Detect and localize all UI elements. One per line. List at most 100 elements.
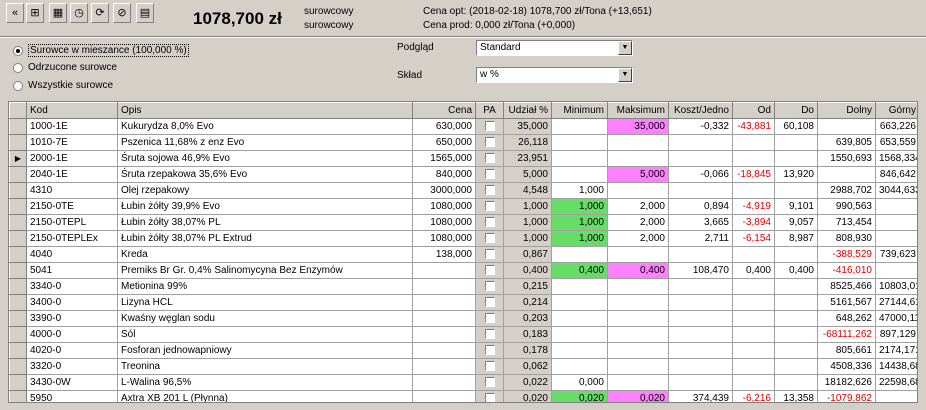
code-cell[interactable]: 3340-0 [26,278,118,295]
pa-checkbox[interactable] [484,297,495,308]
share-cell[interactable]: 0,400 [503,262,552,279]
share-cell[interactable]: 4,548 [503,182,552,199]
unit-cost-cell[interactable] [668,150,733,167]
pa-checkbox-cell[interactable] [475,262,504,279]
minimum-cell[interactable]: 1,000 [551,230,608,247]
maximum-cell[interactable] [607,150,669,167]
price-cell[interactable] [412,342,476,359]
description-cell[interactable]: Axtra XB 201 L (Płynna) [117,390,413,402]
description-cell[interactable]: Śruta sojowa 46,9% Evo [117,150,413,167]
column-header[interactable]: Górny [875,102,917,119]
minimum-cell[interactable] [551,150,608,167]
lower-cell[interactable]: 639,805 [817,134,876,151]
share-cell[interactable]: 1,000 [503,230,552,247]
share-cell[interactable]: 1,000 [503,214,552,231]
pa-checkbox-cell[interactable] [475,374,504,391]
code-cell[interactable]: 4040 [26,246,118,263]
share-cell[interactable]: 0,203 [503,310,552,327]
column-header[interactable]: Maksimum [607,102,669,119]
price-cell[interactable] [412,390,476,402]
from-cell[interactable] [732,326,775,343]
from-cell[interactable]: -3,894 [732,214,775,231]
share-cell[interactable]: 1,000 [503,198,552,215]
column-header[interactable]: Udział % [503,102,552,119]
lower-cell[interactable]: 5161,567 [817,294,876,311]
radio-button[interactable] [13,80,23,91]
pa-checkbox[interactable] [484,233,495,244]
minimum-cell[interactable]: 0,020 [551,390,608,402]
to-cell[interactable] [774,326,818,343]
from-cell[interactable] [732,150,775,167]
minimum-cell[interactable] [551,326,608,343]
column-header[interactable]: PA [475,102,504,119]
code-cell[interactable]: 4000-0 [26,326,118,343]
pa-checkbox-cell[interactable] [475,230,504,247]
chevron-down-icon[interactable]: ▼ [618,41,632,55]
composition-select[interactable]: w % ▼ [476,67,633,83]
description-cell[interactable]: Olej rzepakowy [117,182,413,199]
lower-cell[interactable]: 808,930 [817,230,876,247]
share-cell[interactable]: 0,062 [503,358,552,375]
unit-cost-cell[interactable] [668,358,733,375]
maximum-cell[interactable]: 2,000 [607,230,669,247]
unit-cost-cell[interactable] [668,182,733,199]
upper-cell[interactable]: 1568,334 [875,150,917,167]
column-header[interactable]: Dolny [817,102,876,119]
unit-cost-cell[interactable] [668,374,733,391]
unit-cost-cell[interactable] [668,310,733,327]
to-cell[interactable]: 13,358 [774,390,818,402]
from-cell[interactable] [732,246,775,263]
code-cell[interactable]: 1000-1E [26,118,118,135]
from-cell[interactable]: -6,216 [732,390,775,402]
calculator-icon[interactable]: ▦ [49,3,67,23]
maximum-cell[interactable] [607,358,669,375]
table-row[interactable]: 3340-0Metionina 99% 0,215 8525,46610803,01… [9,278,917,295]
maximum-cell[interactable]: 35,000 [607,118,669,135]
share-cell[interactable]: 35,000 [503,118,552,135]
unit-cost-cell[interactable]: 374,439 [668,390,733,402]
pa-checkbox-cell[interactable] [475,198,504,215]
code-cell[interactable]: 4310 [26,182,118,199]
pa-checkbox-cell[interactable] [475,390,504,402]
maximum-cell[interactable]: 5,000 [607,166,669,183]
minimum-cell[interactable] [551,342,608,359]
pa-checkbox-cell[interactable] [475,150,504,167]
unit-cost-cell[interactable]: 2,711 [668,230,733,247]
minimum-cell[interactable] [551,310,608,327]
radio-all[interactable]: Wszystkie surowce [13,80,113,91]
tree-icon[interactable]: ⊞ [26,3,44,23]
upper-cell[interactable]: 653,559 [875,134,917,151]
to-cell[interactable]: 9,057 [774,214,818,231]
price-cell[interactable]: 1080,000 [412,230,476,247]
pa-checkbox[interactable] [484,393,495,402]
row-indicator[interactable] [9,246,27,263]
radio-in-mix[interactable]: Surowce w mieszance (100,000 %) [13,44,189,57]
minimum-cell[interactable] [551,358,608,375]
upper-cell[interactable]: 10803,013 [875,278,917,295]
description-cell[interactable]: Pszenica 11,68% z enz Evo [117,134,413,151]
upper-cell[interactable]: 47000,114 [875,310,917,327]
minimum-cell[interactable] [551,134,608,151]
to-cell[interactable]: 0,400 [774,262,818,279]
lower-cell[interactable]: 990,563 [817,198,876,215]
from-cell[interactable] [732,294,775,311]
maximum-cell[interactable] [607,278,669,295]
to-cell[interactable] [774,246,818,263]
lower-cell[interactable]: 713,454 [817,214,876,231]
table-row[interactable]: 5950 Axtra XB 201 L (Płynna) 0,020 0,020 0,0… [9,390,917,402]
pa-checkbox[interactable] [484,201,495,212]
price-cell[interactable]: 3000,000 [412,182,476,199]
to-cell[interactable] [774,358,818,375]
pa-checkbox-cell[interactable] [475,246,504,263]
price-cell[interactable]: 1565,000 [412,150,476,167]
code-cell[interactable]: 3430-0W [26,374,118,391]
description-cell[interactable]: Lizyna HCL [117,294,413,311]
unit-cost-cell[interactable] [668,278,733,295]
pa-checkbox[interactable] [484,345,495,356]
price-cell[interactable] [412,358,476,375]
row-indicator[interactable] [9,374,27,391]
lower-cell[interactable]: 648,262 [817,310,876,327]
row-indicator[interactable] [9,182,27,199]
lower-cell[interactable]: -388,529 [817,246,876,263]
upper-cell[interactable] [875,390,917,402]
